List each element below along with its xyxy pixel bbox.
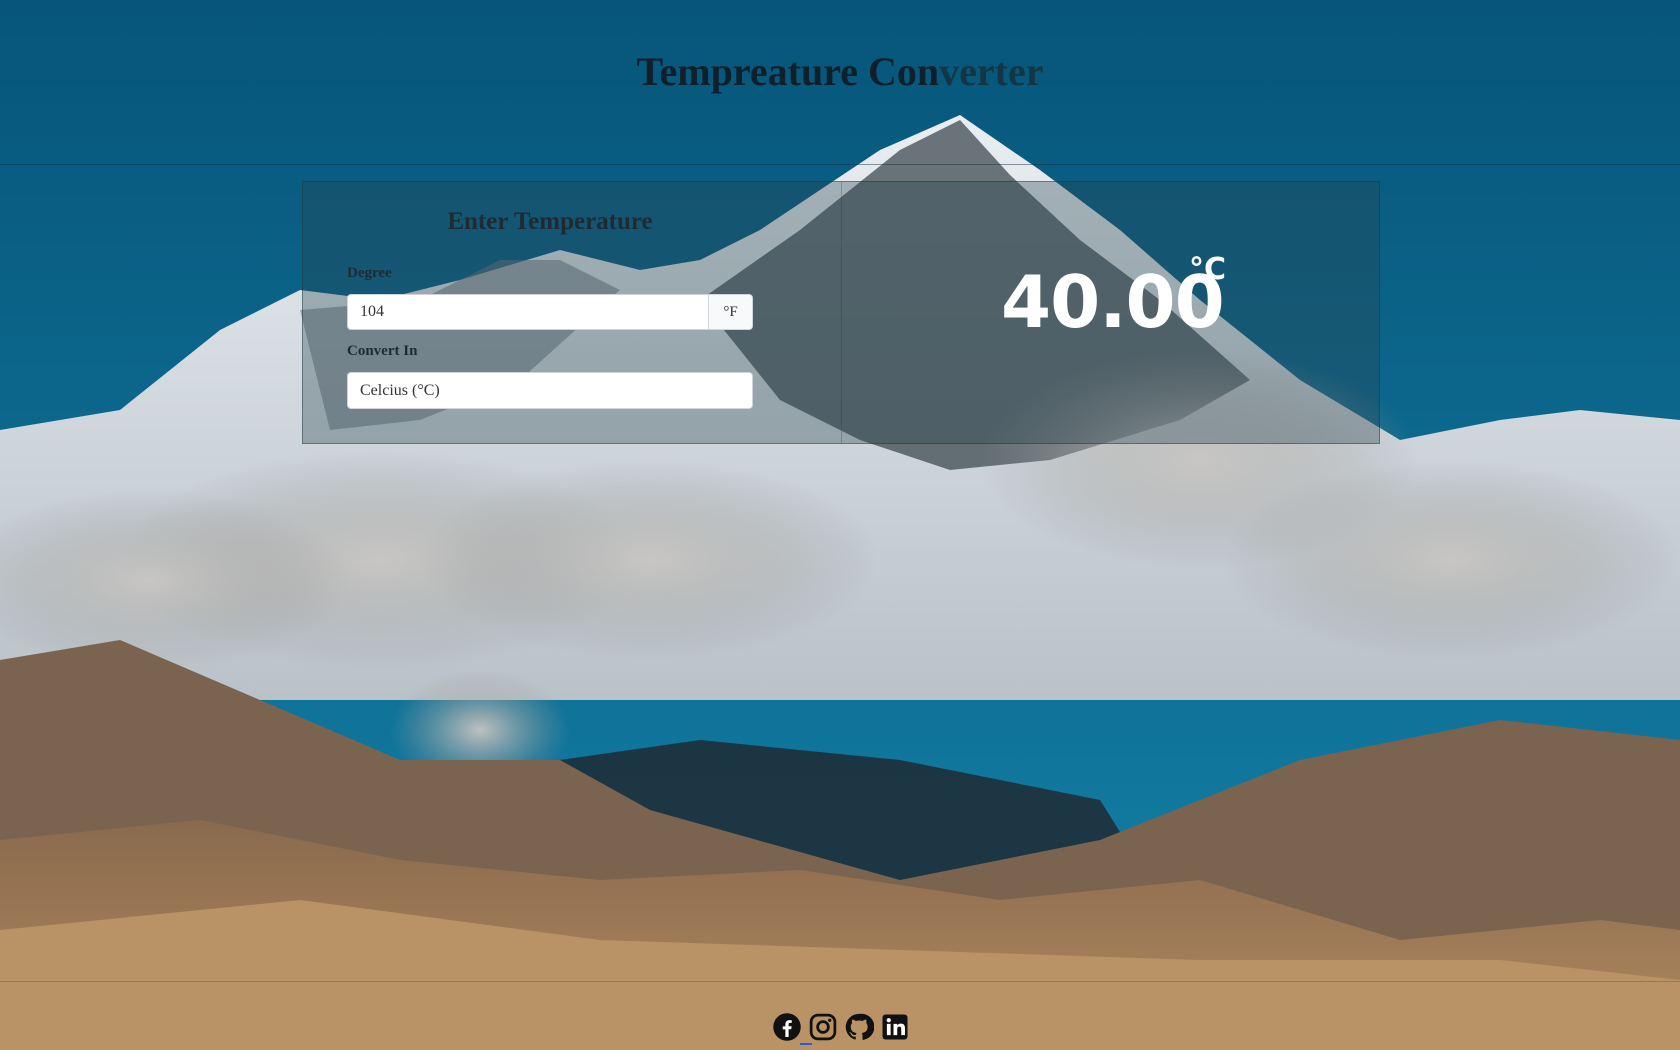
github-icon bbox=[845, 1013, 874, 1040]
linkedin-icon bbox=[882, 1014, 908, 1040]
social-links bbox=[772, 1012, 910, 1042]
degree-unit-addon: °F bbox=[708, 295, 752, 329]
github-link[interactable] bbox=[844, 1012, 874, 1042]
header-divider bbox=[0, 164, 1680, 165]
enter-temperature-heading: Enter Temperature bbox=[447, 208, 653, 235]
convert-in-select[interactable]: Celcius (°C) bbox=[347, 372, 753, 409]
active-link-indicator bbox=[800, 1043, 812, 1045]
footer-divider bbox=[0, 981, 1680, 982]
convert-in-label: Convert In bbox=[347, 343, 418, 359]
background-mountain-image bbox=[0, 0, 1680, 1050]
instagram-link[interactable] bbox=[808, 1012, 838, 1042]
converter-panel: Enter Temperature Degree °F Convert In C… bbox=[302, 181, 1380, 444]
page-title-fade: verter bbox=[939, 49, 1044, 94]
result-display: 40.00 °C bbox=[1001, 252, 1226, 344]
panel-divider bbox=[841, 182, 842, 443]
page-title: Tempreature Converter bbox=[0, 48, 1680, 95]
convert-in-selected-value: Celcius (°C) bbox=[360, 381, 440, 399]
page-title-main: Tempreature Con bbox=[636, 49, 940, 94]
linkedin-link[interactable] bbox=[880, 1012, 910, 1042]
facebook-link[interactable] bbox=[772, 1012, 802, 1042]
degree-input-group: °F bbox=[347, 294, 753, 330]
result-unit: °C bbox=[1189, 252, 1227, 287]
instagram-icon bbox=[809, 1013, 837, 1041]
facebook-icon bbox=[773, 1013, 801, 1041]
degree-input[interactable] bbox=[348, 295, 708, 329]
degree-label: Degree bbox=[347, 265, 392, 281]
